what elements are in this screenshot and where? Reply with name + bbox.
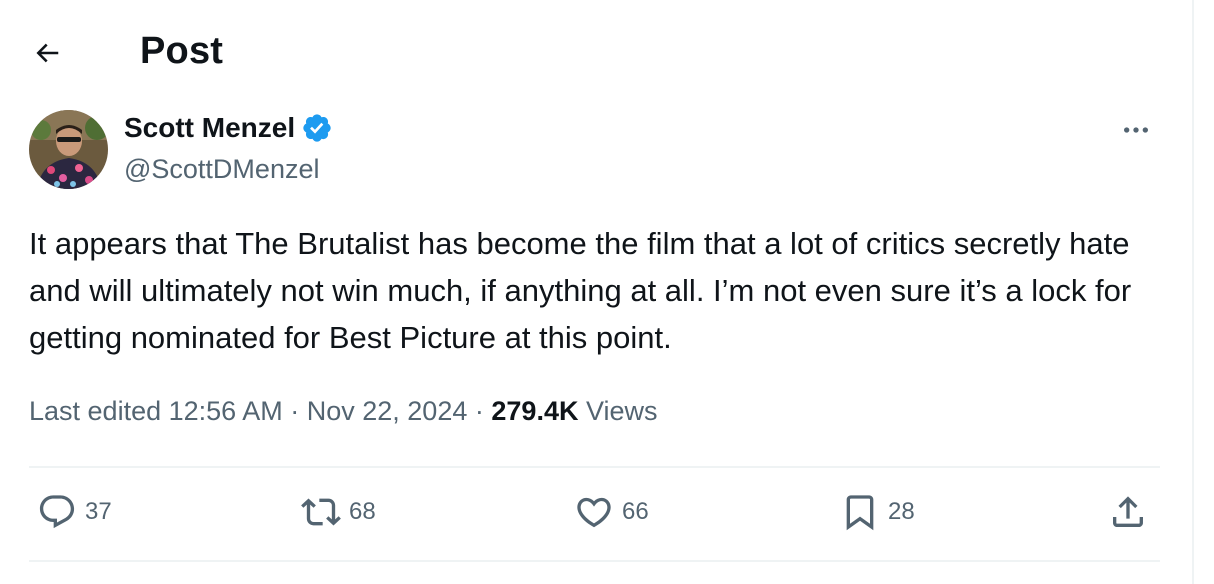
column-border <box>1192 0 1194 584</box>
repost-count: 68 <box>349 498 376 525</box>
meta-separator: · <box>290 396 300 426</box>
like-button[interactable]: 66 <box>574 492 649 532</box>
verified-badge-icon[interactable] <box>301 112 333 144</box>
page-title: Post <box>140 30 224 72</box>
tweet-time[interactable]: 12:56 AM <box>169 396 283 426</box>
bookmark-count: 28 <box>888 498 915 525</box>
repost-button[interactable]: 68 <box>301 492 376 532</box>
like-count: 66 <box>622 498 649 525</box>
reply-icon <box>39 495 75 529</box>
share-icon <box>1113 496 1143 527</box>
tweet-text: It appears that The Brutalist has become… <box>29 226 1132 355</box>
bookmark-icon <box>846 495 874 531</box>
tweet-meta: Last edited 12:56 AM · Nov 22, 2024 · 27… <box>29 396 658 427</box>
divider <box>29 466 1160 468</box>
author-handle[interactable]: @ScottDMenzel <box>124 154 319 185</box>
bookmark-button[interactable]: 28 <box>840 492 915 532</box>
views-count[interactable]: 279.4K <box>491 396 578 426</box>
back-button[interactable] <box>22 28 72 78</box>
tweet-date[interactable]: Nov 22, 2024 <box>307 396 468 426</box>
repost-icon <box>301 498 341 526</box>
more-horizontal-icon <box>1124 127 1148 133</box>
heart-icon <box>577 497 611 528</box>
divider <box>29 560 1160 562</box>
more-options-button[interactable] <box>1116 112 1156 148</box>
meta-separator: · <box>474 396 484 426</box>
reply-button[interactable]: 37 <box>37 492 112 532</box>
author-name-row: Scott Menzel <box>124 112 333 144</box>
author-name[interactable]: Scott Menzel <box>124 112 295 144</box>
edited-label[interactable]: Last edited <box>29 396 161 426</box>
views-label: Views <box>585 396 658 426</box>
reply-count: 37 <box>85 498 112 525</box>
arrow-left-icon <box>36 43 59 63</box>
avatar[interactable] <box>29 110 108 189</box>
share-button[interactable] <box>1108 492 1148 532</box>
avatar-image <box>29 110 108 189</box>
page-header: Post <box>0 0 1192 104</box>
